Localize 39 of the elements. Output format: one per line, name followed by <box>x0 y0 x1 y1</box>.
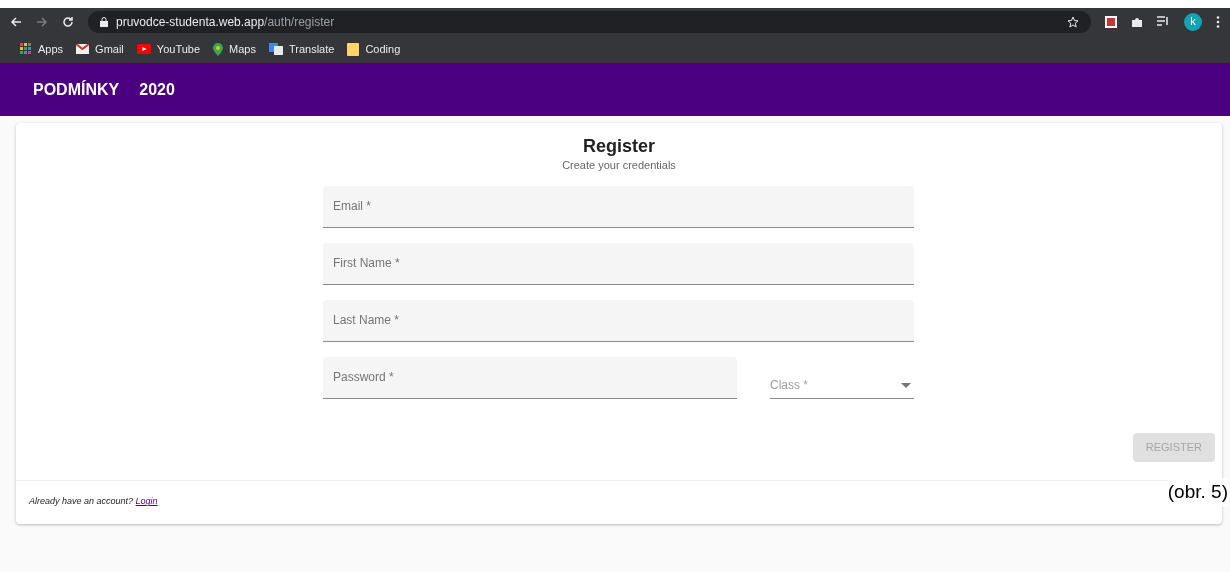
map-pin-icon <box>213 42 224 56</box>
text-field[interactable]: Password * <box>323 356 737 399</box>
bookmark-item[interactable]: Gmail <box>76 40 124 58</box>
field-label: Last Name * <box>333 312 400 329</box>
bookmark-item[interactable]: YouTube <box>136 40 201 58</box>
back-arrow-icon[interactable] <box>10 15 22 28</box>
extension-icon[interactable] <box>1105 15 1117 28</box>
folder-icon <box>347 42 360 56</box>
apps-grid-icon <box>20 43 32 55</box>
reload-icon[interactable] <box>62 15 74 28</box>
app-year: 2020 <box>139 79 175 100</box>
more-menu-icon[interactable] <box>1216 15 1220 28</box>
field-label: Class * <box>770 377 808 394</box>
bookmark-item[interactable]: Apps <box>20 40 64 58</box>
app-title: PODMÍNKY <box>33 79 120 100</box>
star-icon[interactable] <box>1067 15 1079 28</box>
lock-icon <box>100 16 108 27</box>
translate-icon <box>268 43 283 55</box>
text-field[interactable]: First Name * <box>323 242 914 285</box>
field-label: Password * <box>333 369 394 386</box>
form-title: Register <box>583 135 655 157</box>
address-bar[interactable]: pruvodce-studenta.web.app/auth/register <box>88 10 1091 33</box>
text-field[interactable]: Email * <box>323 185 914 228</box>
playlist-icon[interactable] <box>1157 16 1170 27</box>
mail-icon <box>76 44 90 54</box>
figure-caption: (obr. 5) <box>1167 478 1228 507</box>
play-icon <box>136 44 151 54</box>
bookmark-item[interactable]: Coding <box>347 40 401 58</box>
login-prompt: Already have an account? Login <box>29 495 158 509</box>
text-field[interactable]: Last Name * <box>323 299 914 342</box>
login-link[interactable]: Login <box>135 496 158 507</box>
form-subtitle: Create your credentials <box>562 158 676 173</box>
field-label: First Name * <box>333 255 400 272</box>
dropdown-caret-icon <box>901 382 911 388</box>
url-text: pruvodce-studenta.web.app/auth/register <box>116 13 335 31</box>
bookmark-item[interactable]: Maps <box>213 40 256 58</box>
forward-arrow-icon[interactable] <box>36 15 48 28</box>
bookmark-item[interactable]: Translate <box>268 40 335 58</box>
field-label: Email * <box>333 198 371 215</box>
